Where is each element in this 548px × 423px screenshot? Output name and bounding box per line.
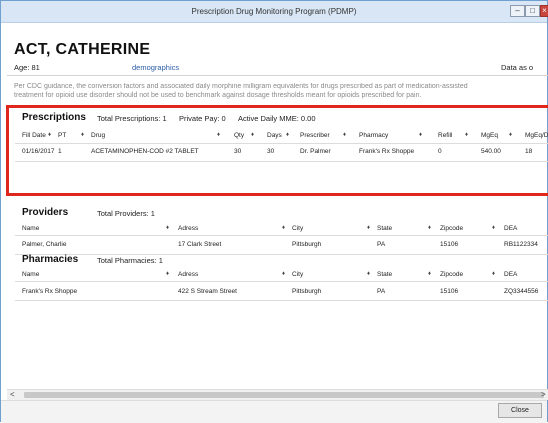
row-divider xyxy=(15,161,548,162)
table-cell: RB1122334 xyxy=(504,241,538,248)
column-header[interactable]: Drug xyxy=(91,132,105,139)
total-pharmacies: Total Pharmacies: 1 xyxy=(97,256,163,265)
sort-icon[interactable]: ♦ xyxy=(282,225,285,231)
column-header[interactable]: Qty xyxy=(234,132,244,139)
footer-bar xyxy=(1,400,547,423)
sort-icon[interactable]: ♦ xyxy=(428,271,431,277)
close-button[interactable]: Close xyxy=(498,403,542,418)
data-as-of: Data as o xyxy=(501,63,534,72)
scrollbar-thumb[interactable] xyxy=(24,392,544,398)
column-header[interactable]: DEA xyxy=(504,225,517,232)
sort-icon[interactable]: ♦ xyxy=(419,132,422,138)
cdc-notice: Per CDC guidance, the conversion factors… xyxy=(14,83,548,100)
table-cell: 1 xyxy=(58,148,62,155)
table-cell: 15106 xyxy=(440,241,459,248)
column-header[interactable]: MgEq xyxy=(481,132,498,139)
pdmp-window: Prescription Drug Monitoring Program (PD… xyxy=(0,0,548,423)
total-providers: Total Providers: 1 xyxy=(97,209,155,218)
column-header[interactable]: Fill Date xyxy=(22,132,46,139)
title-bar[interactable]: Prescription Drug Monitoring Program (PD… xyxy=(1,1,548,23)
sort-icon[interactable]: ♦ xyxy=(428,225,431,231)
demographics-link[interactable]: demographics xyxy=(132,63,179,72)
table-cell: Dr. Palmer xyxy=(300,148,331,155)
column-header[interactable]: City xyxy=(292,225,303,232)
scroll-left-icon[interactable]: < xyxy=(10,390,15,400)
table-cell: 01/16/2017 xyxy=(22,148,55,155)
patient-age: Age: 81 xyxy=(14,63,40,72)
table-cell: Pittsburgh xyxy=(292,241,322,248)
table-cell: Frank's Rx Shoppe xyxy=(22,288,78,295)
header-divider xyxy=(15,235,548,236)
notice-line-1: Per CDC guidance, the conversion factors… xyxy=(14,83,468,90)
column-header[interactable]: Name xyxy=(22,225,39,232)
sort-icon[interactable]: ♦ xyxy=(81,132,84,138)
sort-icon[interactable]: ♦ xyxy=(166,225,169,231)
table-cell: 15106 xyxy=(440,288,459,295)
table-cell: 422 S Stream Street xyxy=(178,288,237,295)
sort-icon[interactable]: ♦ xyxy=(286,132,289,138)
column-header[interactable]: State xyxy=(377,271,392,278)
column-header[interactable]: Prescriber xyxy=(300,132,330,139)
sort-icon[interactable]: ♦ xyxy=(48,132,51,138)
horizontal-scrollbar[interactable]: < > xyxy=(7,389,548,400)
prescriptions-title: Prescriptions xyxy=(22,112,86,123)
sort-icon[interactable]: ♦ xyxy=(509,132,512,138)
close-icon[interactable]: × xyxy=(540,5,548,17)
column-header[interactable]: City xyxy=(292,271,303,278)
maximize-icon[interactable]: □ xyxy=(525,5,540,17)
sort-icon[interactable]: ♦ xyxy=(166,271,169,277)
providers-title: Providers xyxy=(22,207,69,218)
column-header[interactable]: MgEq/D xyxy=(525,132,548,139)
private-pay: Private Pay: 0 xyxy=(179,114,226,123)
table-cell: 540.00 xyxy=(481,148,501,155)
column-header[interactable]: Adress xyxy=(178,225,198,232)
sort-icon[interactable]: ♦ xyxy=(367,271,370,277)
sort-icon[interactable]: ♦ xyxy=(251,132,254,138)
table-cell: PA xyxy=(377,241,386,248)
column-header[interactable]: Zipcode xyxy=(440,271,463,278)
column-header[interactable]: Zipcode xyxy=(440,225,463,232)
sort-icon[interactable]: ♦ xyxy=(492,271,495,277)
column-header[interactable]: Refill xyxy=(438,132,452,139)
table-cell: PA xyxy=(377,288,386,295)
column-header[interactable]: PT xyxy=(58,132,66,139)
patient-name: ACT, CATHERINE xyxy=(14,41,151,58)
table-cell: Pittsburgh xyxy=(292,288,322,295)
table-cell: ZQ3344556 xyxy=(504,288,539,295)
row-divider xyxy=(15,254,548,255)
column-header[interactable]: Adress xyxy=(178,271,198,278)
sort-icon[interactable]: ♦ xyxy=(492,225,495,231)
active-daily-mme: Active Daily MME: 0.00 xyxy=(238,114,316,123)
sort-icon[interactable]: ♦ xyxy=(217,132,220,138)
table-cell: Palmer, Charlie xyxy=(22,241,67,248)
header-divider xyxy=(15,143,548,144)
table-cell: Frank's Rx Shoppe xyxy=(359,148,415,155)
scroll-right-icon[interactable]: > xyxy=(541,390,546,400)
row-divider xyxy=(15,300,548,301)
sort-icon[interactable]: ♦ xyxy=(343,132,346,138)
pharmacies-title: Pharmacies xyxy=(22,254,79,265)
column-header[interactable]: DEA xyxy=(504,271,517,278)
column-header[interactable]: Pharmacy xyxy=(359,132,388,139)
sort-icon[interactable]: ♦ xyxy=(282,271,285,277)
table-cell: 18 xyxy=(525,148,533,155)
column-header[interactable]: Name xyxy=(22,271,39,278)
table-cell: 17 Clark Street xyxy=(178,241,222,248)
divider xyxy=(7,75,548,76)
total-prescriptions: Total Prescriptions: 1 xyxy=(97,114,167,123)
notice-line-2: treatment for opioid use disorder should… xyxy=(14,91,422,99)
sort-icon[interactable]: ♦ xyxy=(367,225,370,231)
sort-icon[interactable]: ♦ xyxy=(465,132,468,138)
table-cell: ACETAMINOPHEN-COD #2 TABLET xyxy=(91,148,199,155)
column-header[interactable]: Days xyxy=(267,132,282,139)
table-cell: 30 xyxy=(267,148,275,155)
window-title: Prescription Drug Monitoring Program (PD… xyxy=(191,7,357,16)
table-cell: 0 xyxy=(438,148,442,155)
header-divider xyxy=(15,281,548,282)
table-cell: 30 xyxy=(234,148,242,155)
column-header[interactable]: State xyxy=(377,225,392,232)
minimize-icon[interactable]: – xyxy=(510,5,525,17)
